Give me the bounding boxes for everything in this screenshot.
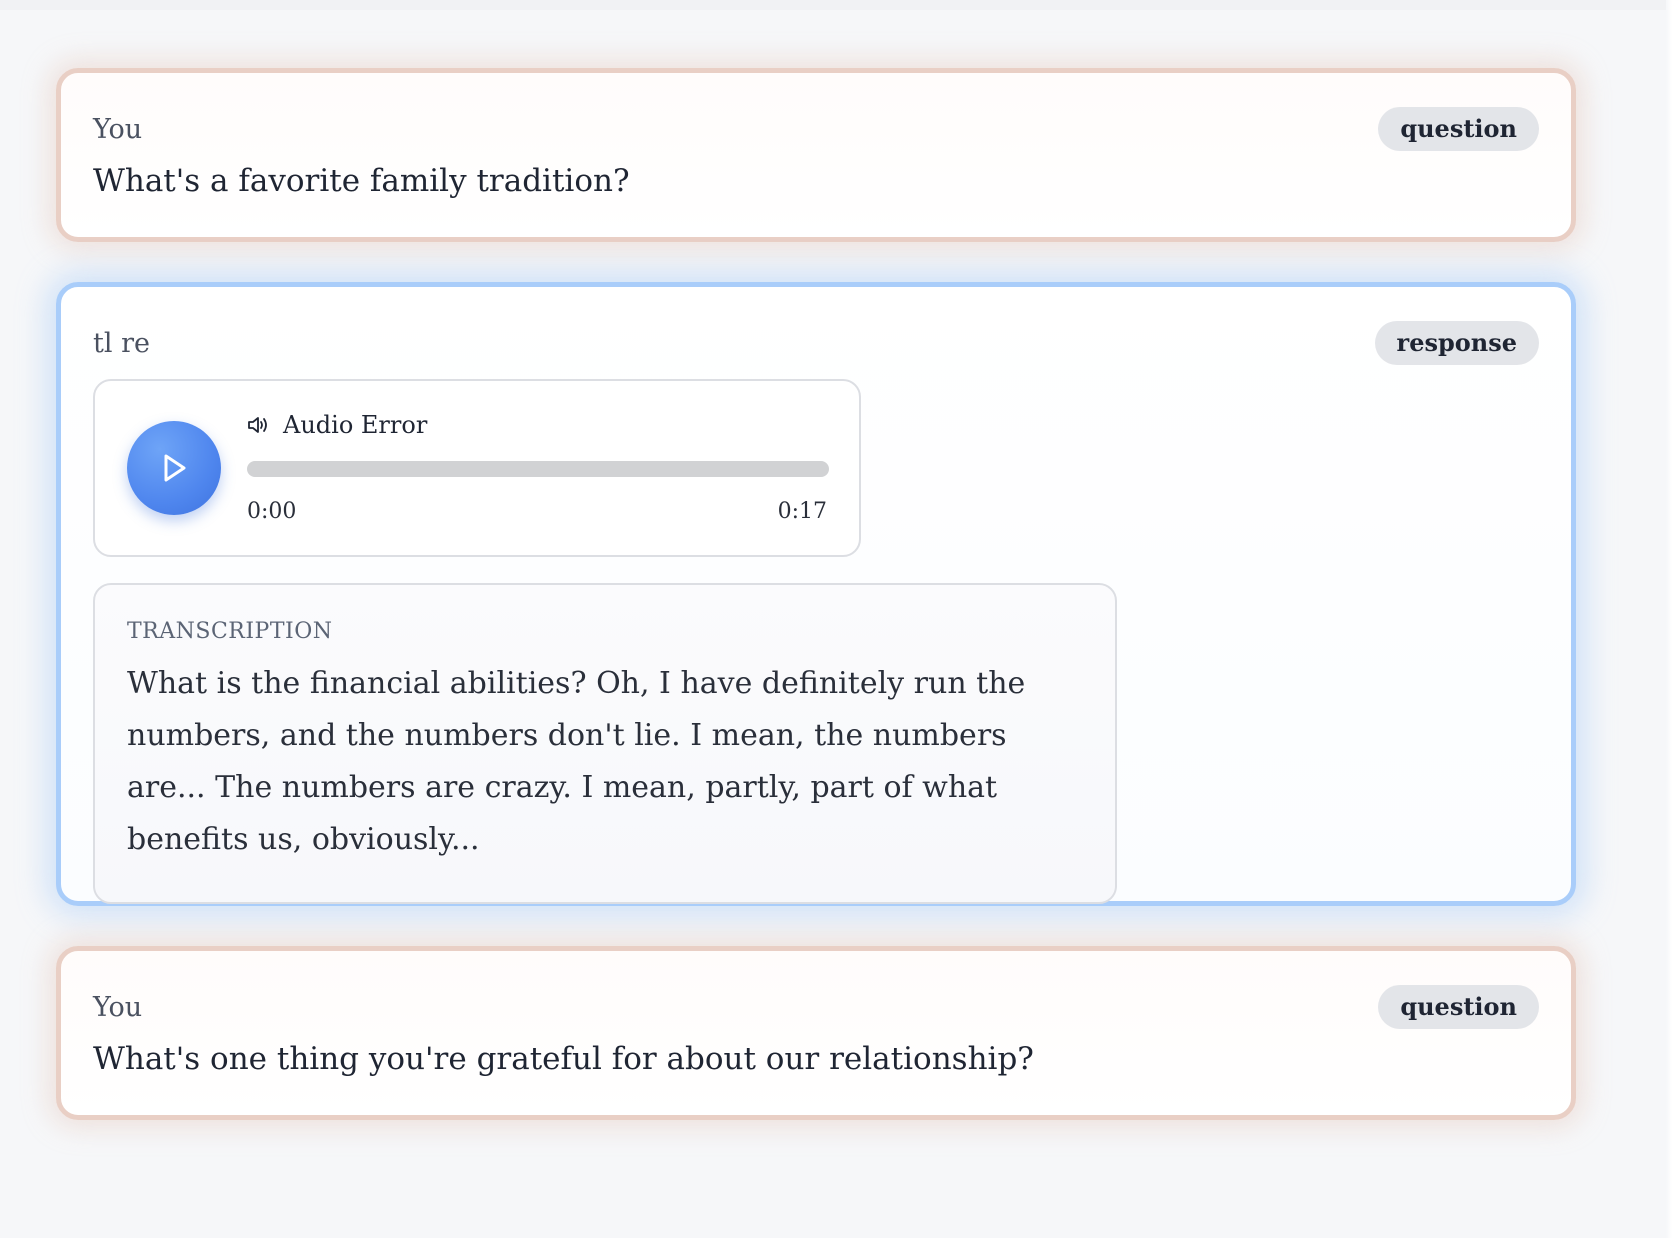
speaker-name: tl re xyxy=(93,327,150,359)
audio-status-text: Audio Error xyxy=(283,411,428,439)
audio-status-row: Audio Error xyxy=(247,411,427,439)
speaker-icon xyxy=(248,417,267,433)
question-card: You question What's a favorite family tr… xyxy=(56,68,1576,242)
card-header: You question xyxy=(93,985,1539,1029)
transcription-label: TRANSCRIPTION xyxy=(127,619,333,644)
response-card: tl re response Audio Error 0:00 0:17 TRA… xyxy=(56,282,1576,906)
top-bar xyxy=(0,0,1672,10)
audio-progress-bar[interactable] xyxy=(247,461,829,477)
duration-time: 0:17 xyxy=(777,499,827,524)
speaker-name: You xyxy=(93,991,143,1023)
right-scroll-edge xyxy=(1666,0,1672,1238)
transcription-text: What is the financial abilities? Oh, I h… xyxy=(127,666,1026,857)
message-type-badge: question xyxy=(1378,107,1539,151)
question-card: You question What's one thing you're gra… xyxy=(56,946,1576,1120)
transcription-box: TRANSCRIPTION What is the financial abil… xyxy=(93,583,1117,904)
card-header: tl re response xyxy=(93,321,1539,365)
speaker-name: You xyxy=(93,113,143,145)
question-text: What's one thing you're grateful for abo… xyxy=(93,1041,1034,1077)
current-time: 0:00 xyxy=(247,499,297,524)
audio-player: Audio Error 0:00 0:17 xyxy=(93,379,861,557)
play-icon xyxy=(164,454,186,482)
card-header: You question xyxy=(93,107,1539,151)
message-type-badge: question xyxy=(1378,985,1539,1029)
play-button[interactable] xyxy=(127,421,221,515)
question-text: What's a favorite family tradition? xyxy=(93,163,630,199)
message-type-badge: response xyxy=(1374,321,1539,365)
